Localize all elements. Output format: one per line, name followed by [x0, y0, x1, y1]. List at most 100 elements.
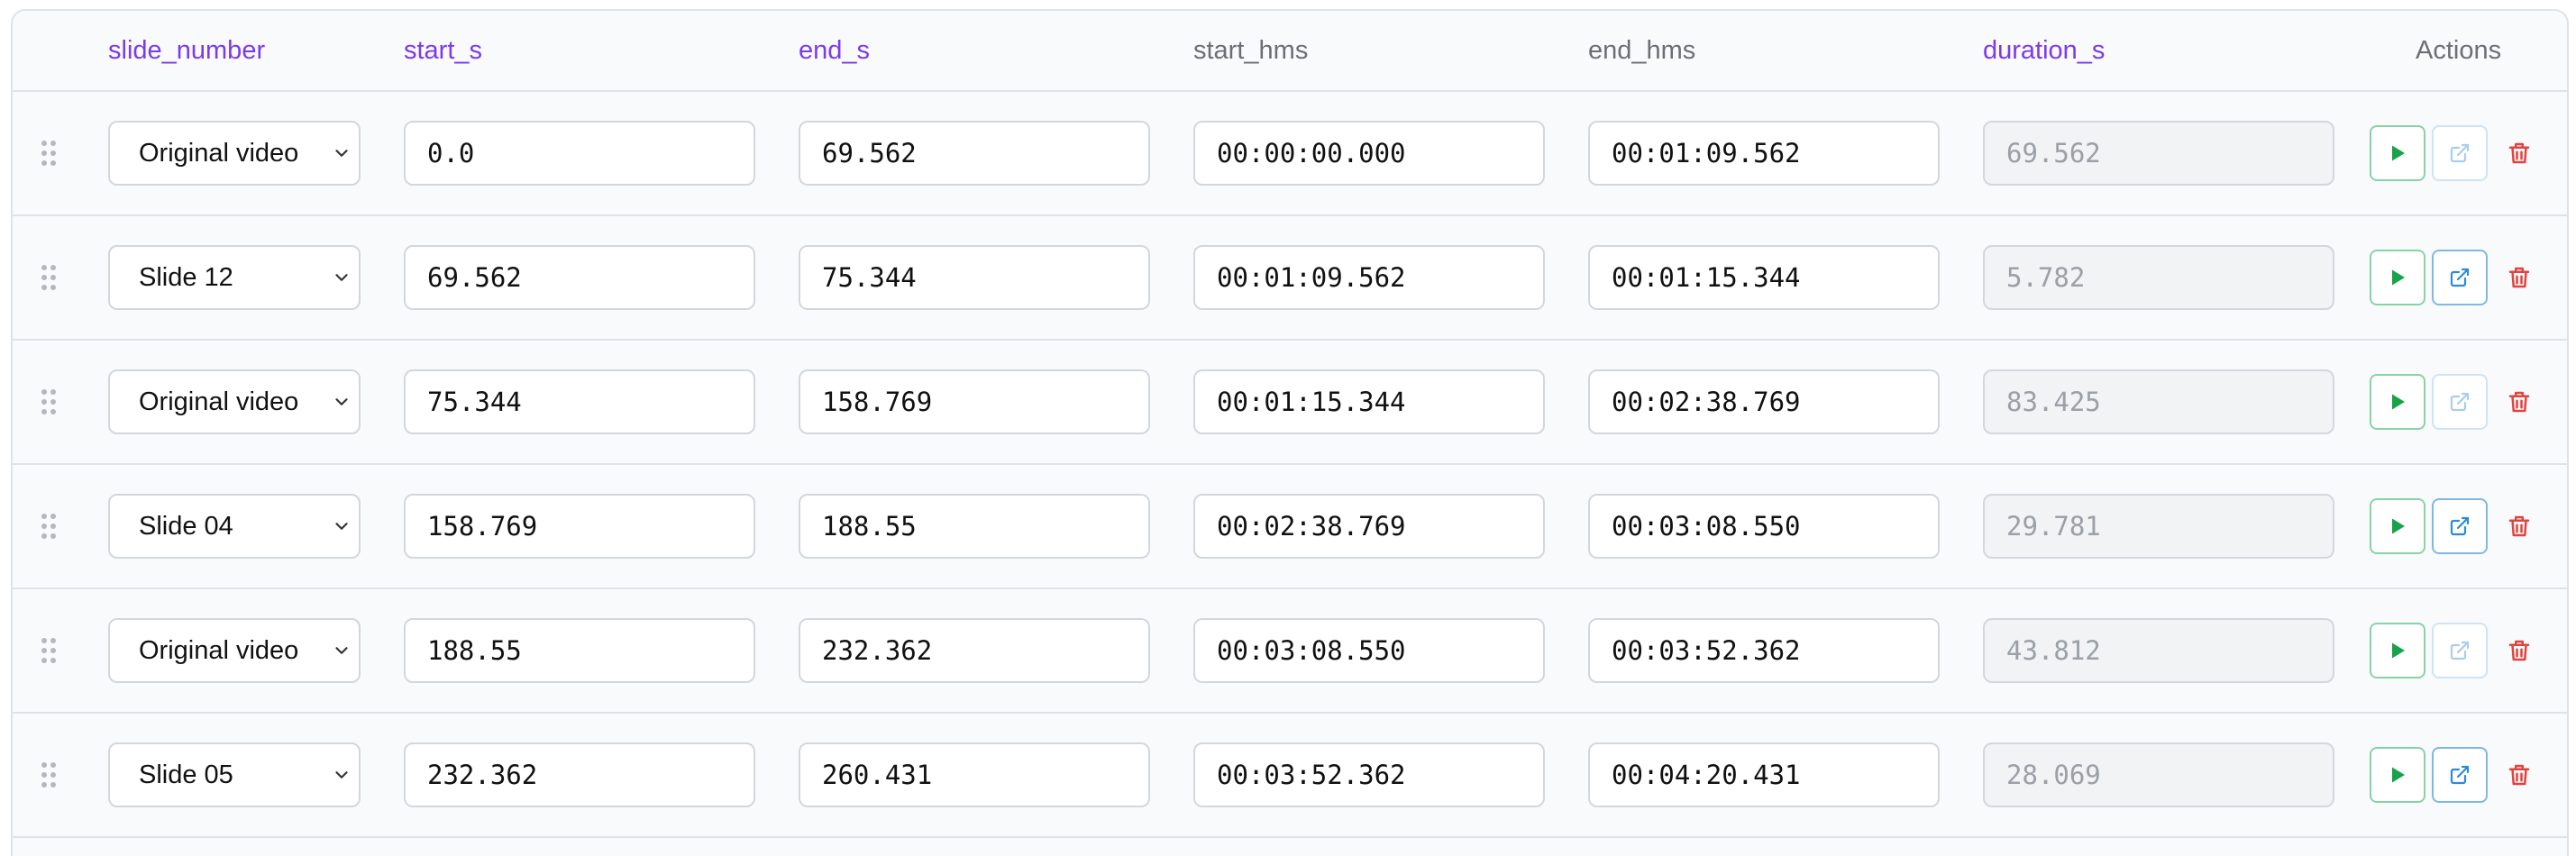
start-s-input[interactable]: 158.769 — [404, 494, 755, 559]
slide-number-select[interactable]: Original video — [108, 618, 361, 683]
chevron-down-icon — [335, 398, 348, 405]
open-slide-button[interactable] — [2432, 623, 2488, 678]
slide-number-select[interactable]: Slide 05 — [108, 742, 361, 807]
start-hms-input[interactable]: 00:01:15.344 — [1193, 369, 1545, 434]
duration-s-field: 5.782 — [1983, 245, 2334, 310]
column-header-start-hms: start_hms — [1193, 36, 1309, 65]
end-hms-input[interactable]: 00:02:38.769 — [1588, 369, 1940, 434]
table-row: Slide 12 69.562 75.344 00:01:09.562 00:01:15… — [13, 216, 2567, 341]
end-s-input[interactable]: 188.55 — [799, 494, 1150, 559]
open-slide-button[interactable] — [2432, 498, 2488, 554]
start-s-input[interactable]: 0.0 — [404, 121, 755, 186]
chevron-down-icon — [335, 274, 348, 281]
external-link-icon — [2450, 268, 2470, 287]
external-link-icon — [2450, 641, 2470, 660]
trash-icon — [2508, 391, 2530, 413]
slide-number-value: Original video — [139, 387, 299, 416]
open-slide-button[interactable] — [2432, 250, 2488, 305]
play-button[interactable] — [2370, 250, 2425, 305]
delete-row-button[interactable] — [2506, 637, 2533, 664]
play-icon — [2392, 269, 2405, 286]
delete-row-button[interactable] — [2506, 761, 2533, 788]
end-s-input[interactable]: 232.362 — [799, 618, 1150, 683]
start-hms-input[interactable]: 00:01:09.562 — [1193, 245, 1545, 310]
slide-number-value: Original video — [139, 139, 299, 168]
drag-handle-icon[interactable] — [41, 141, 58, 166]
duration-s-field: 28.069 — [1983, 742, 2334, 807]
start-s-input[interactable]: 188.55 — [404, 618, 755, 683]
column-header-duration-s[interactable]: duration_s — [1983, 11, 2105, 90]
start-s-input[interactable]: 69.562 — [404, 245, 755, 310]
delete-row-button[interactable] — [2506, 140, 2533, 167]
table-row: Original video 188.55 232.362 00:03:08.550 0… — [13, 589, 2567, 714]
play-icon — [2392, 518, 2405, 534]
open-slide-button[interactable] — [2432, 374, 2488, 430]
end-hms-input[interactable]: 00:03:52.362 — [1588, 618, 1940, 683]
delete-row-button[interactable] — [2506, 388, 2533, 415]
table-row: Original video 75.344 158.769 00:01:15.344 0… — [13, 341, 2567, 465]
start-hms-input[interactable]: 00:03:08.550 — [1193, 618, 1545, 683]
external-link-icon — [2450, 516, 2470, 536]
start-hms-input[interactable]: 00:02:38.769 — [1193, 494, 1545, 559]
slide-number-select[interactable]: Slide 04 — [108, 494, 361, 559]
end-s-input[interactable]: 260.431 — [799, 742, 1150, 807]
external-link-icon — [2450, 765, 2470, 785]
play-icon — [2392, 145, 2405, 161]
column-header-end-hms: end_hms — [1588, 36, 1696, 65]
start-hms-input[interactable]: 00:03:52.362 — [1193, 742, 1545, 807]
table-row: Slide 04 158.769 188.55 00:02:38.769 00:03:0… — [13, 465, 2567, 589]
play-icon — [2392, 642, 2405, 659]
drag-handle-icon[interactable] — [41, 265, 58, 290]
table-row: Slide 05 232.362 260.431 00:03:52.362 00:04:… — [13, 714, 2567, 838]
chevron-down-icon — [335, 771, 348, 779]
column-header-start-s[interactable]: start_s — [404, 11, 482, 90]
trash-icon — [2508, 640, 2530, 661]
play-button[interactable] — [2370, 623, 2425, 678]
column-header-end-s[interactable]: end_s — [799, 11, 870, 90]
column-header-actions: Actions — [2416, 36, 2502, 65]
drag-handle-icon[interactable] — [41, 514, 58, 539]
external-link-icon — [2450, 143, 2470, 163]
chevron-down-icon — [335, 150, 348, 157]
column-header-slide-number[interactable]: slide_number — [108, 11, 265, 90]
drag-handle-icon[interactable] — [41, 762, 58, 788]
drag-handle-icon[interactable] — [41, 389, 58, 414]
end-s-input[interactable]: 69.562 — [799, 121, 1150, 186]
slide-number-select[interactable]: Original video — [108, 121, 361, 186]
start-s-input[interactable]: 232.362 — [404, 742, 755, 807]
end-hms-input[interactable]: 00:04:20.431 — [1588, 742, 1940, 807]
slide-number-value: Original video — [139, 636, 299, 665]
table-header: slide_number start_s end_s start_hms end… — [13, 11, 2567, 92]
chevron-down-icon — [335, 523, 348, 530]
duration-s-field: 29.781 — [1983, 494, 2334, 559]
play-icon — [2392, 394, 2405, 410]
external-link-icon — [2450, 392, 2470, 412]
slide-number-value: Slide 04 — [139, 512, 233, 541]
open-slide-button[interactable] — [2432, 125, 2488, 181]
start-s-input[interactable]: 75.344 — [404, 369, 755, 434]
end-hms-input[interactable]: 00:03:08.550 — [1588, 494, 1940, 559]
end-s-input[interactable]: 75.344 — [799, 245, 1150, 310]
delete-row-button[interactable] — [2506, 264, 2533, 291]
segments-table: slide_number start_s end_s start_hms end… — [11, 9, 2569, 856]
duration-s-field: 83.425 — [1983, 369, 2334, 434]
end-s-input[interactable]: 158.769 — [799, 369, 1150, 434]
slide-number-select[interactable]: Original video — [108, 369, 361, 434]
trash-icon — [2508, 267, 2530, 288]
end-hms-input[interactable]: 00:01:15.344 — [1588, 245, 1940, 310]
drag-handle-icon[interactable] — [41, 638, 58, 663]
delete-row-button[interactable] — [2506, 513, 2533, 540]
play-button[interactable] — [2370, 747, 2425, 803]
open-slide-button[interactable] — [2432, 747, 2488, 803]
trash-icon — [2508, 142, 2530, 164]
start-hms-input[interactable]: 00:00:00.000 — [1193, 121, 1545, 186]
trash-icon — [2508, 764, 2530, 786]
play-button[interactable] — [2370, 125, 2425, 181]
slide-number-select[interactable]: Slide 12 — [108, 245, 361, 310]
play-button[interactable] — [2370, 498, 2425, 554]
slide-number-value: Slide 05 — [139, 760, 233, 789]
end-hms-input[interactable]: 00:01:09.562 — [1588, 121, 1940, 186]
slide-number-value: Slide 12 — [139, 263, 233, 292]
play-button[interactable] — [2370, 374, 2425, 430]
duration-s-field: 43.812 — [1983, 618, 2334, 683]
